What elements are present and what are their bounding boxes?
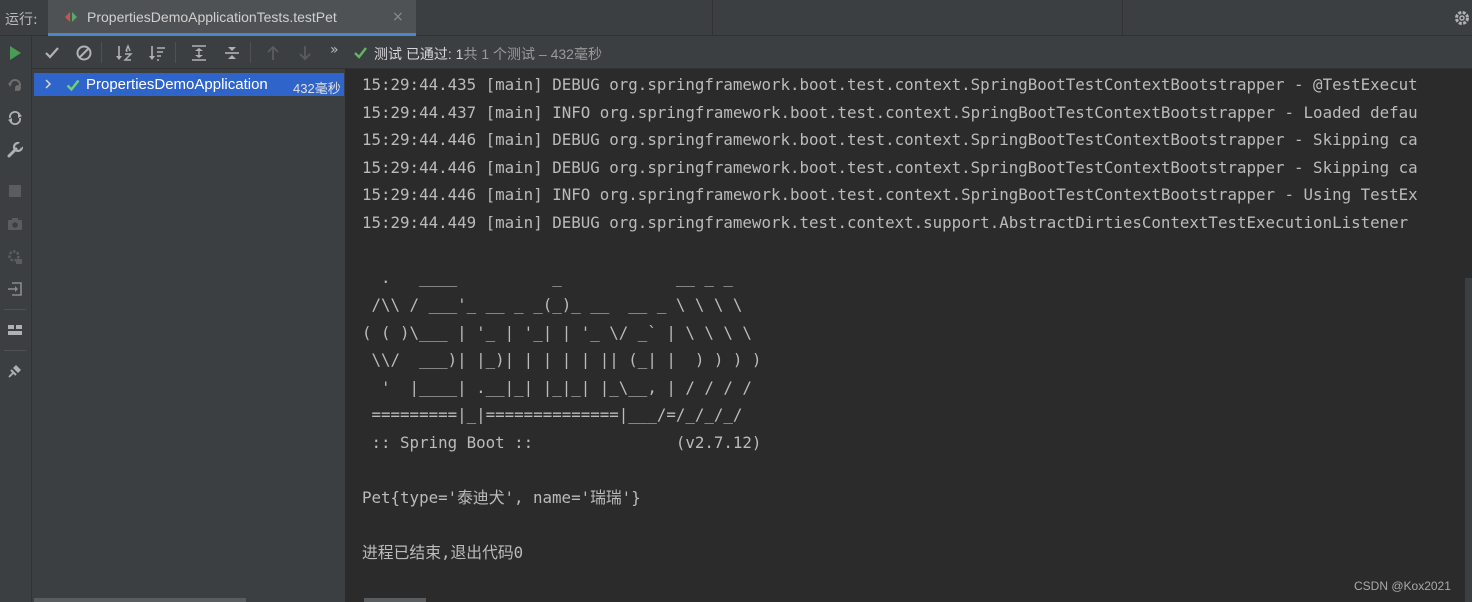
vertical-scrollbar[interactable] xyxy=(1465,278,1472,602)
sort-duration-icon[interactable] xyxy=(148,44,166,62)
tab-divider xyxy=(1122,0,1123,36)
watermark: CSDN @Kox2021 xyxy=(1354,579,1451,593)
tree-item-time: 432毫秒 xyxy=(293,81,341,96)
console-log-line: 15:29:44.435 [main] DEBUG org.springfram… xyxy=(362,75,1418,94)
banner-line: ( ( )\___ | '_ | '_| | '_ \/ _` | \ \ \ … xyxy=(362,323,752,342)
pin-icon[interactable] xyxy=(6,362,24,380)
run-icon[interactable] xyxy=(6,44,24,62)
test-tree: PropertiesDemoApplication 432毫秒 xyxy=(32,69,346,602)
banner-line: ' |____| .__|_| |_|_| |_\__, | / / / / xyxy=(362,378,752,397)
console-log-line: 15:29:44.446 [main] DEBUG org.springfram… xyxy=(362,130,1418,149)
test-toolbar: ↓ » 测试 已通过: 1共 1 个测试 – 432毫秒 xyxy=(32,36,1472,69)
banner-line: =========|_|==============|___/=/_/_/_/ xyxy=(362,405,743,424)
console-output[interactable]: 15:29:44.435 [main] DEBUG org.springfram… xyxy=(346,69,1472,602)
banner-line: /\\ / ___'_ __ _ _(_)_ __ __ _ \ \ \ \ xyxy=(362,295,743,314)
show-passed-icon[interactable] xyxy=(43,44,61,62)
tree-item[interactable]: PropertiesDemoApplication 432毫秒 xyxy=(34,73,344,96)
console-log-line: 15:29:44.446 [main] INFO org.springframe… xyxy=(362,185,1418,204)
console-log-line: 15:29:44.449 [main] DEBUG org.springfram… xyxy=(362,213,1418,232)
toolbar-divider xyxy=(250,42,251,63)
program-output: Pet{type='泰迪犬', name='瑞瑞'} xyxy=(362,488,641,507)
console-log-line: 15:29:44.437 [main] INFO org.springframe… xyxy=(362,103,1418,122)
collapse-all-icon[interactable] xyxy=(223,44,241,62)
exit-message: 进程已结束,退出代码0 xyxy=(362,543,524,562)
close-icon[interactable]: × xyxy=(392,9,404,25)
layout-icon[interactable] xyxy=(6,321,24,339)
banner-line: \\/ ___)| |_)| | | | | || (_| | ) ) ) ) xyxy=(362,350,762,369)
settings-wrench-icon[interactable] xyxy=(6,141,24,159)
next-icon[interactable] xyxy=(296,44,314,62)
banner-line: . ____ _ __ _ _ xyxy=(362,268,733,287)
test-status: 测试 已通过: 1共 1 个测试 – 432毫秒 xyxy=(374,44,602,64)
gear-icon[interactable] xyxy=(1453,9,1471,27)
banner-line: :: Spring Boot :: (v2.7.12) xyxy=(362,433,762,452)
tab-title: PropertiesDemoApplicationTests.testPet xyxy=(87,9,337,25)
tree-item-label: PropertiesDemoApplication xyxy=(86,76,268,93)
tab-divider xyxy=(712,0,713,36)
console-log-line: 15:29:44.446 [main] DEBUG org.springfram… xyxy=(362,158,1418,177)
stop-icon[interactable] xyxy=(6,182,24,200)
tab-test-pet[interactable]: PropertiesDemoApplicationTests.testPet × xyxy=(48,0,416,36)
passed-check-icon xyxy=(66,79,80,92)
more-actions-icon[interactable]: » xyxy=(330,42,339,58)
horizontal-scrollbar[interactable] xyxy=(364,598,426,602)
test-class-icon xyxy=(65,12,77,22)
rerun-failed-icon[interactable] xyxy=(6,76,24,94)
toolbar-divider xyxy=(175,42,176,63)
horizontal-scrollbar[interactable] xyxy=(34,598,246,602)
check-icon xyxy=(354,47,367,59)
exit-icon[interactable] xyxy=(6,280,24,298)
show-ignored-icon[interactable] xyxy=(75,44,93,62)
toolbar-divider xyxy=(101,42,102,63)
toolbar-divider xyxy=(4,350,26,351)
left-action-bar xyxy=(0,36,32,602)
run-label: 运行: xyxy=(5,12,38,28)
sort-alpha-icon[interactable]: ↓ xyxy=(115,44,133,62)
status-prefix: 测试 已通过: xyxy=(374,46,456,62)
status-suffix: 共 1 个测试 – 432毫秒 xyxy=(463,46,602,62)
toolbar-divider xyxy=(4,309,26,310)
toggle-auto-test-icon[interactable] xyxy=(6,109,24,127)
camera-icon[interactable] xyxy=(6,215,24,233)
debug-gear-icon[interactable] xyxy=(6,248,24,266)
chevron-right-icon[interactable] xyxy=(42,78,54,90)
run-tab-bar: 运行: PropertiesDemoApplicationTests.testP… xyxy=(0,0,1472,36)
expand-all-icon[interactable] xyxy=(190,44,208,62)
previous-icon[interactable] xyxy=(264,44,282,62)
